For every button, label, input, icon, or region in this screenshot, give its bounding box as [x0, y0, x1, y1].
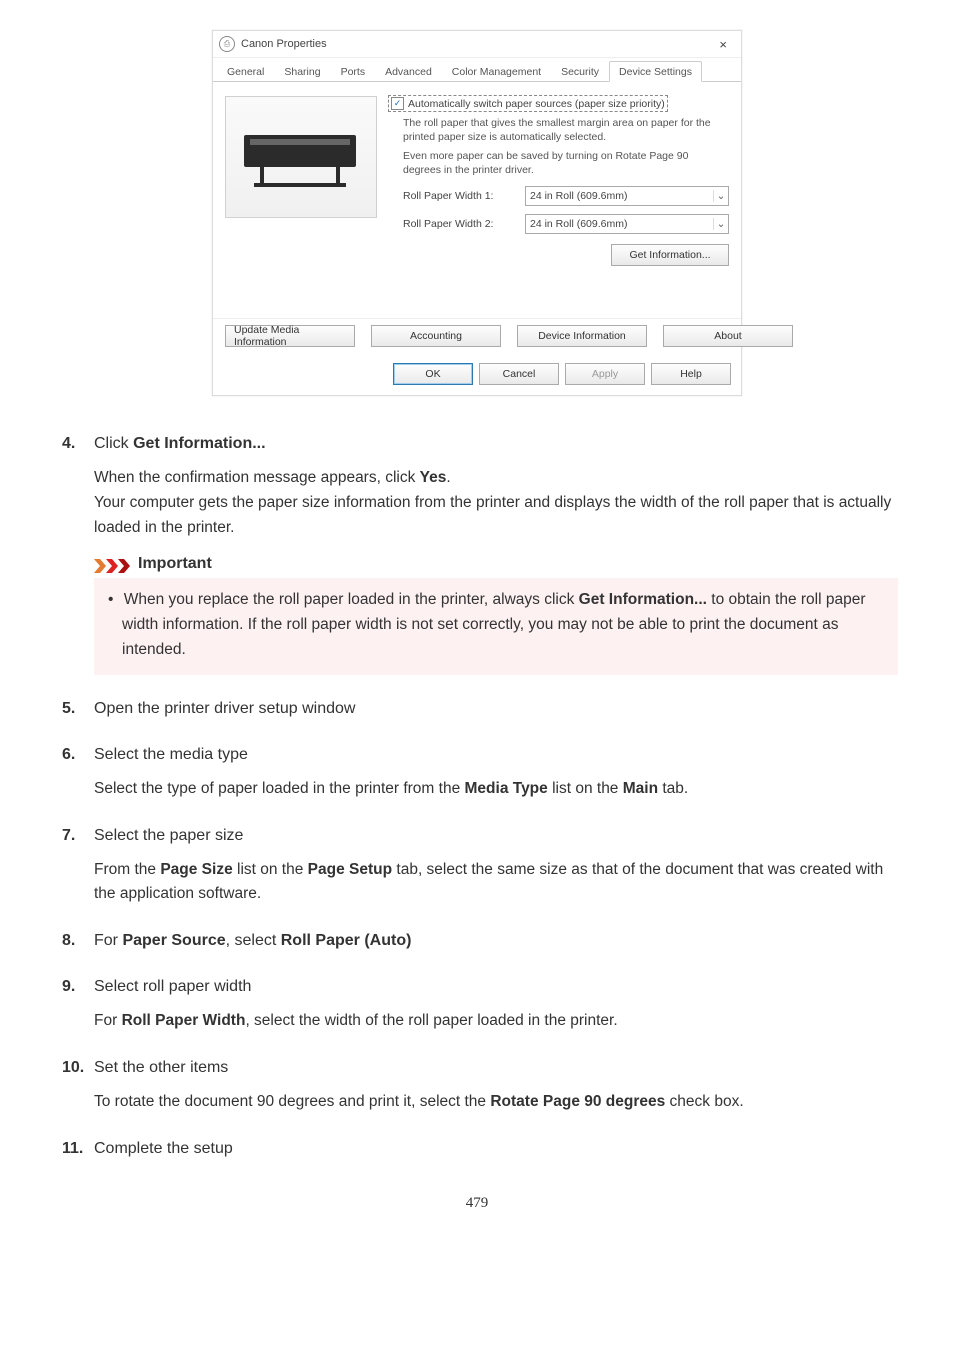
- step7-title: Select the paper size: [94, 824, 898, 848]
- important-box: Important When you replace the roll pape…: [94, 552, 898, 674]
- step8-pre: For: [94, 932, 122, 949]
- step6-pre: Select the type of paper loaded in the p…: [94, 780, 465, 797]
- update-media-info-button[interactable]: Update Media Information: [225, 325, 355, 347]
- tab-sharing[interactable]: Sharing: [274, 61, 330, 82]
- dialog-preview: [225, 96, 381, 310]
- important-bullet: When you replace the roll paper loaded i…: [122, 588, 884, 662]
- step11-title: Complete the setup: [94, 1137, 898, 1161]
- important-bullet-pre: When you replace the roll paper loaded i…: [124, 591, 579, 608]
- roll2-combo[interactable]: 24 in Roll (609.6mm) ⌄: [525, 214, 729, 234]
- help-text-2: Even more paper can be saved by turning …: [389, 150, 729, 177]
- step7-pre: From the: [94, 861, 160, 878]
- step-7: Select the paper size From the Page Size…: [56, 824, 898, 908]
- apply-button[interactable]: Apply: [565, 363, 645, 385]
- step10-title: Set the other items: [94, 1056, 898, 1080]
- step6-b1: Media Type: [465, 780, 548, 797]
- step8-mid: , select: [226, 932, 281, 949]
- help-text-1: The roll paper that gives the smallest m…: [389, 117, 729, 144]
- step6-mid: list on the: [548, 780, 623, 797]
- roll2-label: Roll Paper Width 2:: [403, 218, 525, 230]
- chevron-down-icon: ⌄: [713, 190, 728, 202]
- step4-pre: Click: [94, 435, 133, 452]
- step8-b2: Roll Paper (Auto): [281, 932, 412, 949]
- dialog-titlebar: ⎙ Canon Properties ×: [213, 31, 741, 58]
- auto-switch-label: Automatically switch paper sources (pape…: [408, 98, 665, 110]
- important-bullet-bold: Get Information...: [579, 591, 707, 608]
- tab-device-settings[interactable]: Device Settings: [609, 61, 702, 82]
- step9-post: , select the width of the roll paper loa…: [245, 1012, 617, 1029]
- get-information-button[interactable]: Get Information...: [611, 244, 729, 266]
- important-chevron-icon: [94, 557, 132, 571]
- step10-b1: Rotate Page 90 degrees: [490, 1093, 665, 1110]
- printer-preview-image: [225, 96, 377, 218]
- page-number: 479: [56, 1195, 898, 1212]
- step4-body2: Your computer gets the paper size inform…: [94, 491, 898, 541]
- auto-switch-checkbox-row[interactable]: ✓ Automatically switch paper sources (pa…: [389, 96, 667, 111]
- step-4: Click Get Information... When the confir…: [56, 432, 898, 675]
- step6-post: tab.: [658, 780, 688, 797]
- step4-body-pre: When the confirmation message appears, c…: [94, 469, 420, 486]
- step-6: Select the media type Select the type of…: [56, 743, 898, 802]
- printer-app-icon: ⎙: [219, 36, 235, 52]
- step6-title: Select the media type: [94, 743, 898, 767]
- dialog-tabs: General Sharing Ports Advanced Color Man…: [213, 60, 741, 82]
- step9-b1: Roll Paper Width: [122, 1012, 246, 1029]
- step4-bold: Get Information...: [133, 435, 265, 452]
- step-11: Complete the setup: [56, 1137, 898, 1161]
- roll1-combo[interactable]: 24 in Roll (609.6mm) ⌄: [525, 186, 729, 206]
- tab-ports[interactable]: Ports: [331, 61, 376, 82]
- step7-mid: list on the: [233, 861, 308, 878]
- step10-post: check box.: [665, 1093, 743, 1110]
- roll1-label: Roll Paper Width 1:: [403, 190, 525, 202]
- tab-advanced[interactable]: Advanced: [375, 61, 442, 82]
- step6-b2: Main: [623, 780, 658, 797]
- step4-body-post: .: [446, 469, 450, 486]
- step8-b1: Paper Source: [122, 932, 225, 949]
- tab-general[interactable]: General: [217, 61, 274, 82]
- step10-pre: To rotate the document 90 degrees and pr…: [94, 1093, 490, 1110]
- accounting-button[interactable]: Accounting: [371, 325, 501, 347]
- dialog-title: Canon Properties: [241, 38, 327, 50]
- help-button[interactable]: Help: [651, 363, 731, 385]
- important-header-text: Important: [138, 552, 212, 576]
- dialog-window: ⎙ Canon Properties × General Sharing Por…: [212, 30, 742, 396]
- step7-b2: Page Setup: [308, 861, 392, 878]
- ok-button[interactable]: OK: [393, 363, 473, 385]
- close-icon[interactable]: ×: [711, 35, 735, 54]
- step9-title: Select roll paper width: [94, 975, 898, 999]
- chevron-down-icon: ⌄: [713, 218, 728, 230]
- step7-b1: Page Size: [160, 861, 232, 878]
- step4-body-bold: Yes: [420, 469, 447, 486]
- device-information-button[interactable]: Device Information: [517, 325, 647, 347]
- roll1-value: 24 in Roll (609.6mm): [526, 190, 713, 202]
- about-button[interactable]: About: [663, 325, 793, 347]
- tab-security[interactable]: Security: [551, 61, 609, 82]
- cancel-button[interactable]: Cancel: [479, 363, 559, 385]
- tab-color-management[interactable]: Color Management: [442, 61, 551, 82]
- step-9: Select roll paper width For Roll Paper W…: [56, 975, 898, 1034]
- roll2-value: 24 in Roll (609.6mm): [526, 218, 713, 230]
- checkbox-checked-icon: ✓: [391, 97, 404, 110]
- step-5: Open the printer driver setup window: [56, 697, 898, 721]
- step-10: Set the other items To rotate the docume…: [56, 1056, 898, 1115]
- step9-pre: For: [94, 1012, 122, 1029]
- step-8: For Paper Source, select Roll Paper (Aut…: [56, 929, 898, 953]
- step5-title: Open the printer driver setup window: [94, 697, 898, 721]
